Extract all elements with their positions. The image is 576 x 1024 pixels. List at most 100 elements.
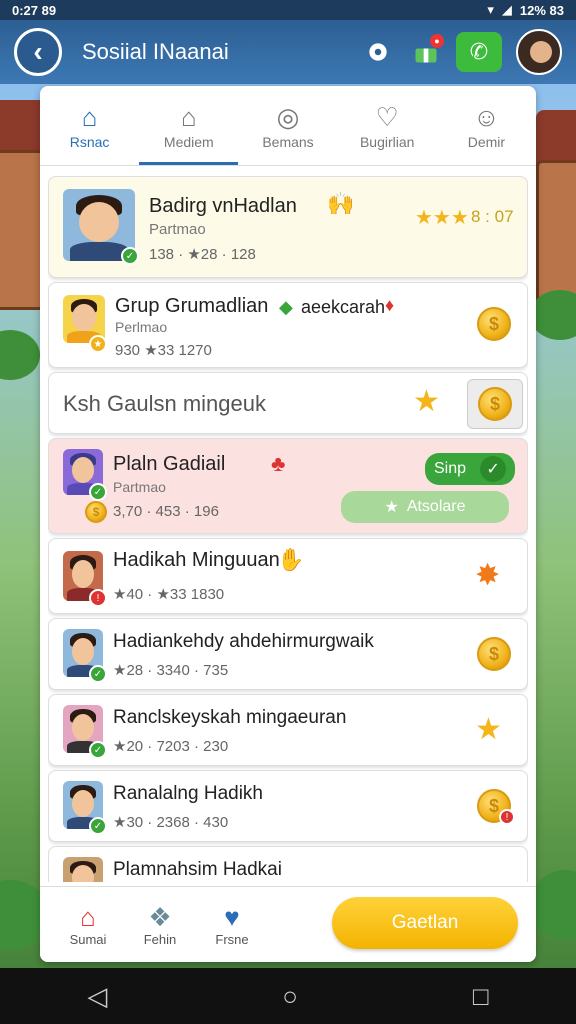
home-circle-icon[interactable]: ○	[282, 981, 298, 1012]
status-time: 0:27 89	[12, 2, 57, 18]
alert-badge: !	[89, 589, 107, 607]
home-red-icon: ⌂	[80, 902, 96, 932]
tab-demir[interactable]: ☺ Demir	[437, 86, 536, 165]
back-triangle-icon[interactable]: ◁	[87, 981, 107, 1012]
coin-icon[interactable]: $	[477, 637, 511, 671]
tab-bar: ⌂ Rsnac ⌂ Mediem ◎ Bemans ♡ Bugirlian ☺ …	[40, 86, 536, 166]
battery-status: 12% 83	[519, 2, 564, 18]
recents-square-icon[interactable]: □	[473, 981, 489, 1012]
friend-stats: ★40 · ★33 1830	[113, 586, 225, 603]
heart-badge-icon: ♥	[224, 902, 240, 932]
online-badge: ✓	[121, 247, 139, 265]
list-item[interactable]: ★ Grup Grumadlian ◆ aeekcarah ♦ Perlmao …	[48, 282, 528, 368]
friend-list: ✓ Badirg vnHadlan 🙌 Partmao 138 · ★28 · …	[48, 176, 528, 882]
tab-label: Mediem	[163, 133, 214, 150]
coin-icon[interactable]: $	[477, 307, 511, 341]
settings-gear-button[interactable]	[358, 32, 398, 72]
nav-label: Fehin	[143, 932, 177, 947]
list-item[interactable]: ✓ Ranclskeyskah mingaeuran ★20 · 7203 · …	[48, 694, 528, 766]
bush-4	[530, 870, 576, 940]
list-item[interactable]: ✓ Hadiankehdy ahdehirmurgwaik ★28 · 3340…	[48, 618, 528, 690]
friend-status: Partmao	[149, 221, 206, 238]
star-icon[interactable]: ★	[475, 715, 502, 745]
nav-label: Sumai	[69, 932, 107, 947]
star-icon: ★	[413, 385, 440, 418]
ship-button[interactable]: Sinp ✓	[425, 453, 515, 485]
check-icon: ✓	[480, 456, 507, 482]
tab-label: Bugirlian	[359, 133, 415, 150]
friend-name-extra: aeekcarah	[301, 297, 386, 317]
signal-icon: ◢	[501, 2, 512, 17]
friend-name: Grup Grumadlian	[115, 295, 269, 317]
online-badge: ✓	[89, 665, 107, 683]
bush-1	[0, 330, 40, 380]
gift-red-icon: ♣	[271, 451, 286, 476]
avatar	[63, 857, 103, 882]
wifi-icon: ▾	[487, 2, 494, 17]
call-button[interactable]: ✆	[456, 32, 502, 72]
action-button[interactable]: ★ Atsolare	[341, 491, 509, 523]
friend-name: Ranclskeyskah mingaeuran	[113, 707, 347, 728]
section-header: Ksh Gaulsn mingeuk ★ $	[48, 372, 528, 434]
online-badge: ✓	[89, 817, 107, 835]
tab-mediem[interactable]: ⌂ Mediem	[139, 86, 239, 165]
phone-icon: ✆	[469, 39, 489, 64]
coin-icon: $	[478, 387, 512, 421]
tab-bemans[interactable]: ◎ Bemans	[238, 86, 337, 165]
top-bar: ‹ Sosiial INaanai ● ✆	[0, 20, 576, 84]
app-title: Sosiial INaanai	[82, 39, 229, 64]
ship-label: Sinp	[433, 460, 467, 477]
list-item[interactable]: ✓ Plaln Gadiail Partmao 3,70 · 453 · 196…	[48, 438, 528, 534]
friend-name: Plaln Gadiail	[113, 453, 226, 475]
get-button[interactable]: Gaetlan	[332, 897, 518, 949]
level-badge: ★	[89, 335, 107, 353]
system-nav-bar: ◁ ○ □	[0, 968, 576, 1024]
home-icon: ⌂	[81, 101, 98, 132]
status-bar: 0:27 89 ▾ ◢ 12% 83	[0, 0, 576, 20]
house-outline-icon: ⌂	[180, 101, 197, 132]
online-badge: ✓	[89, 741, 107, 759]
nav-home[interactable]: ⌂ Sumai	[52, 902, 124, 947]
section-title: Ksh Gaulsn mingeuk	[63, 391, 266, 416]
person-icon: ☺	[473, 101, 500, 132]
star-small-icon: ★	[384, 499, 399, 516]
friend-stats: 138 · ★28 · 128	[149, 246, 256, 263]
coin-slot[interactable]: $	[467, 379, 523, 429]
online-badge: ✓	[89, 483, 107, 501]
action-label: Atsolare	[406, 498, 466, 515]
friend-stats: ★20 · 7203 · 230	[113, 738, 229, 755]
notification-dot: ●	[430, 34, 444, 48]
friend-status: Perlmao	[115, 319, 168, 335]
friend-tag-icon: 🙌	[327, 191, 355, 216]
hands-icon: ✋	[277, 547, 305, 572]
tab-bugirlian[interactable]: ♡ Bugirlian	[338, 86, 437, 165]
back-arrow-icon: ‹	[33, 36, 43, 67]
list-item[interactable]: ! Hadikah Minguuan ✋ ★40 · ★33 1830 ✸	[48, 538, 528, 614]
friend-name: Hadikah Minguuan	[113, 549, 280, 571]
paw-icon: ❖	[148, 902, 172, 932]
profile-avatar[interactable]	[516, 29, 562, 75]
friend-stats: 3,70 · 453 · 196	[113, 503, 219, 520]
list-item[interactable]: ✓ Badirg vnHadlan 🙌 Partmao 138 · ★28 · …	[48, 176, 528, 278]
back-button[interactable]: ‹	[14, 28, 62, 76]
friend-stats: ★30 · 2368 · 430	[113, 814, 229, 831]
tab-label: Rsnac	[69, 133, 110, 150]
friend-name: Badirg vnHadlan	[149, 195, 297, 217]
tab-home[interactable]: ⌂ Rsnac	[40, 86, 139, 165]
gear-icon	[369, 43, 387, 61]
nav-friends[interactable]: ♥ Frsne	[196, 902, 268, 947]
friend-status: Partmao	[113, 479, 166, 495]
search-person-icon: ◎	[276, 101, 300, 132]
burst-star-icon[interactable]: ✸	[475, 561, 500, 591]
bottom-nav: ⌂ Sumai ❖ Fehin ♥ Frsne Gaetlan	[40, 886, 536, 962]
chat-bubble-icon: ◆	[279, 297, 293, 317]
list-item[interactable]: Plamnahsim Hadkai	[48, 846, 528, 882]
notification-button[interactable]: ●	[406, 32, 446, 72]
shield-heart-icon: ♡	[375, 101, 399, 132]
house-left	[0, 150, 45, 310]
friend-stats: 930 ★33 1270	[115, 342, 212, 359]
nav-pets[interactable]: ❖ Fehin	[124, 902, 196, 947]
coin-icon: $	[85, 501, 107, 523]
friend-stats: ★28 · 3340 · 735	[113, 662, 229, 679]
list-item[interactable]: ✓ Ranalalng Hadikh ★30 · 2368 · 430 $ !	[48, 770, 528, 842]
